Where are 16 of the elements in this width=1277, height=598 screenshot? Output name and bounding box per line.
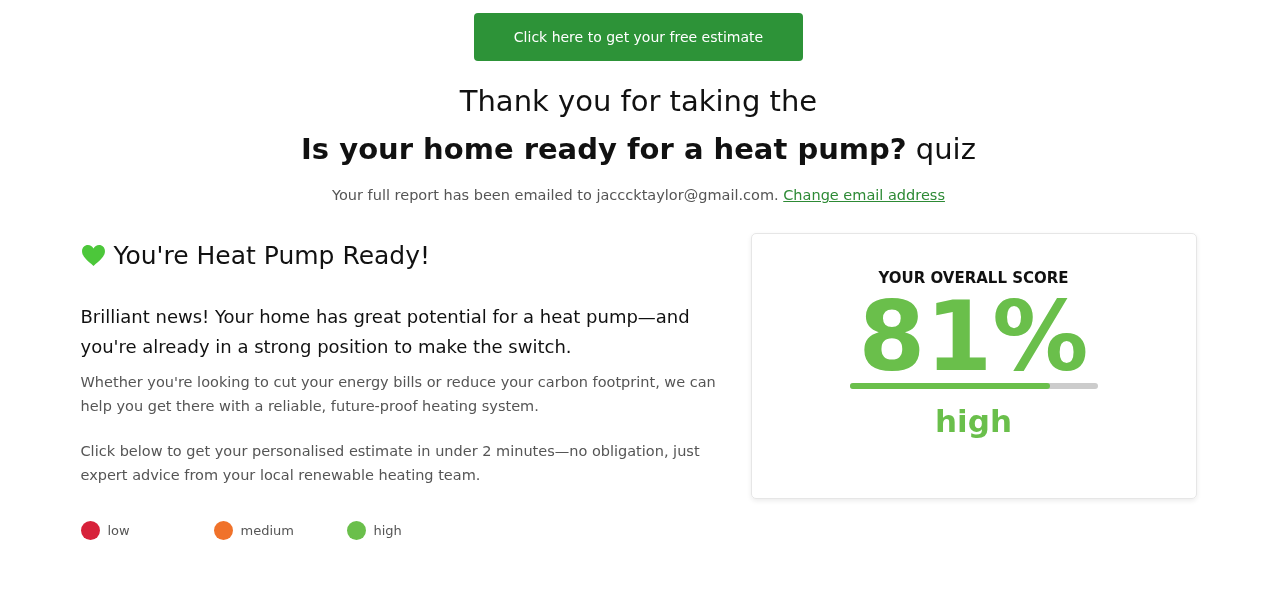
result-paragraph: Whether you're looking to cut your energy bills or reduce your carbon footprint, we can help you get there with a reliable, future-proof heating system.: [80, 373, 717, 416]
heart-icon: [80, 244, 106, 267]
quiz-title: Is your home ready for a heat pump? quiz: [301, 131, 976, 168]
score-rating: high: [935, 403, 1012, 439]
result-title: You're Heat Pump Ready!: [113, 241, 431, 270]
legend-label: high: [373, 523, 402, 538]
change-email-link[interactable]: Change email address: [783, 187, 945, 203]
heading-line: Thank you for taking the: [459, 83, 818, 120]
result-paragraph: Click below to get your personalised estimate in under 2 minutes—no obligation, just expert advice from your local renewable heating team.: [80, 442, 701, 485]
email-notice: Your full report has been emailed to jacccktaylor@gmail.com. Change email address: [332, 187, 945, 203]
result-lead: Brilliant news! Your home has great potential for a heat pump—and you're already in a strong position to make the switch.: [80, 305, 691, 359]
score-heading: YOUR OVERALL SCORE: [878, 269, 1069, 287]
legend-label: low: [107, 523, 130, 538]
estimate-button[interactable]: Click here to get your free estimate: [474, 13, 803, 61]
legend-label: medium: [240, 523, 294, 538]
score-value: 81%: [858, 291, 1089, 383]
